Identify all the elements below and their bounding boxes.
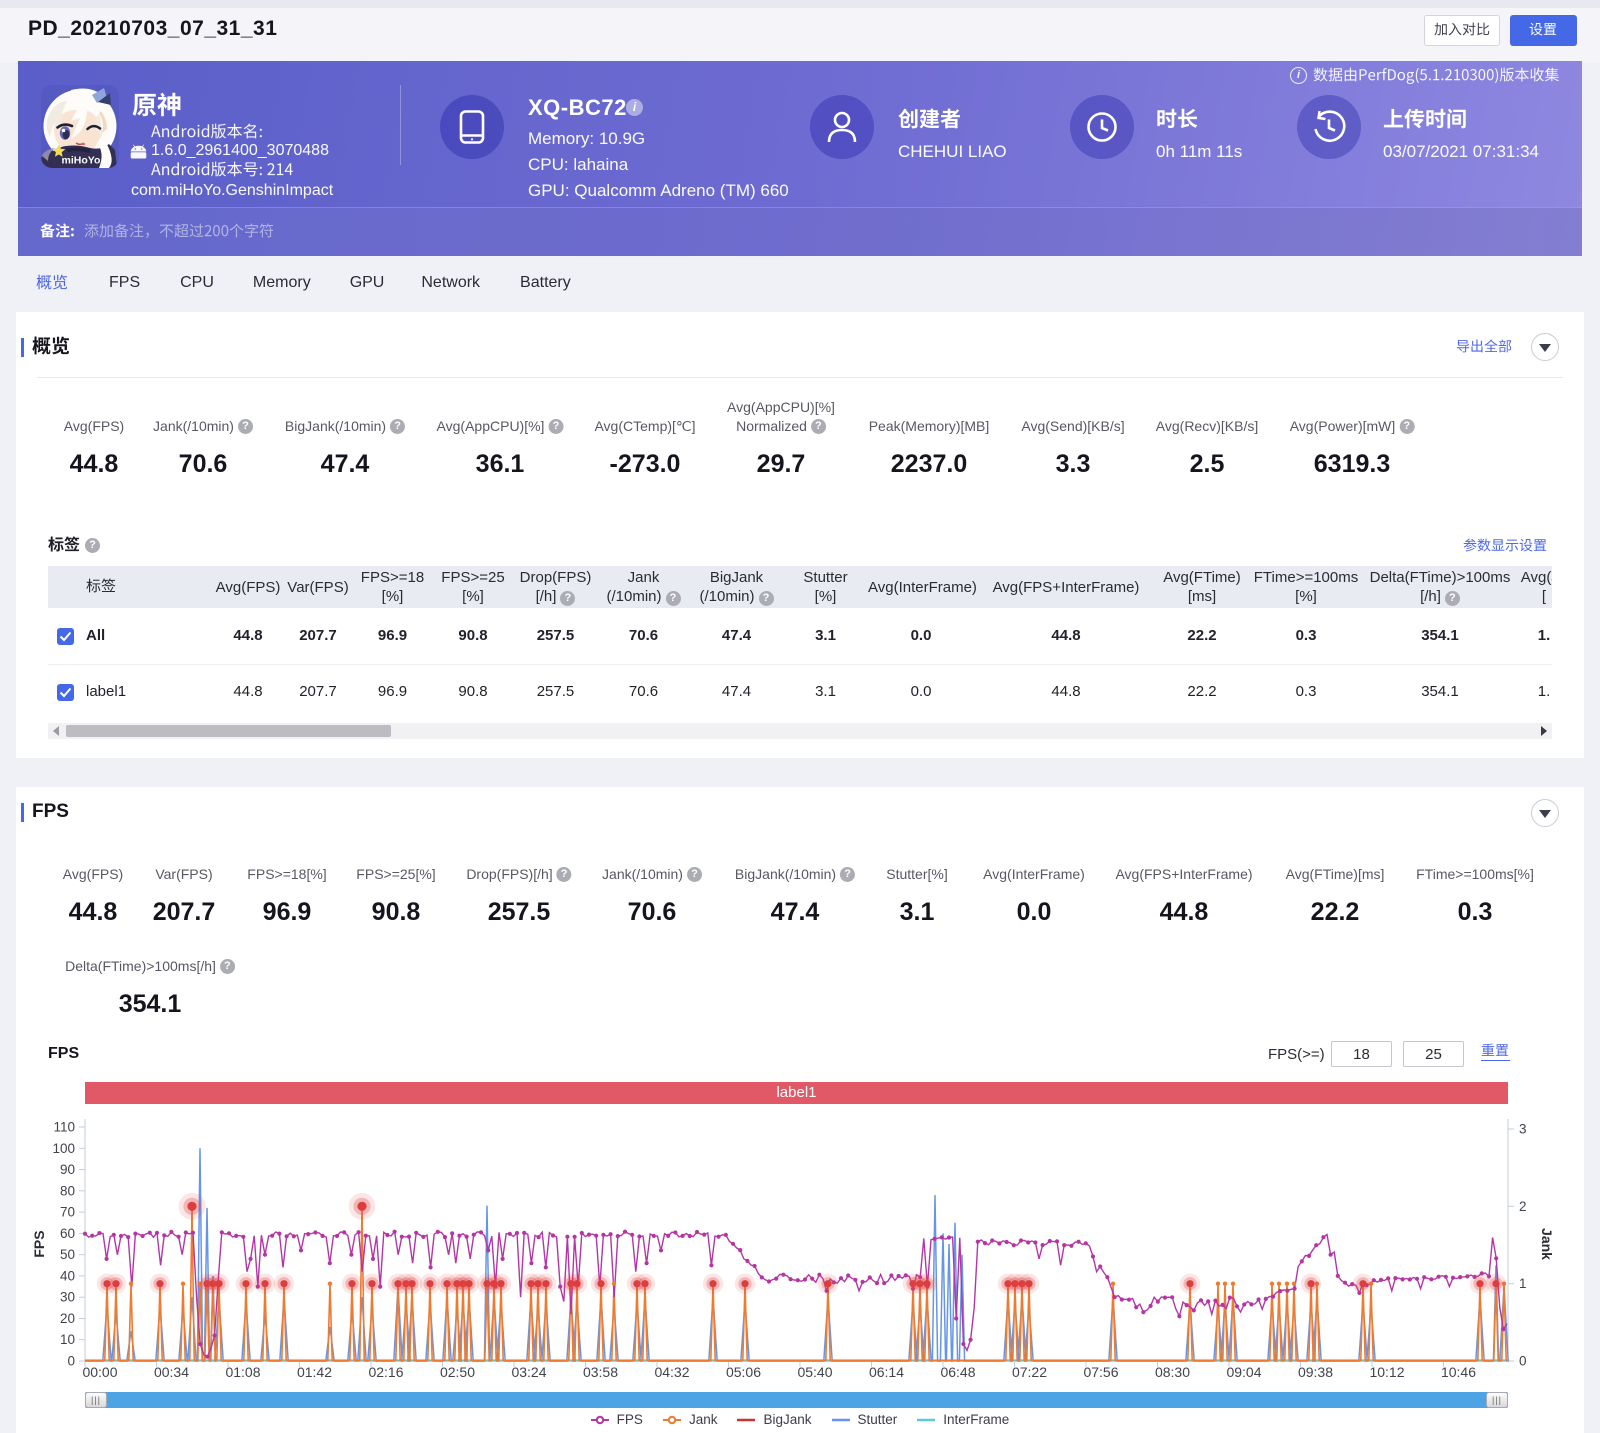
svg-text:09:04: 09:04	[1226, 1364, 1261, 1380]
svg-text:0: 0	[67, 1354, 75, 1369]
svg-text:01:42: 01:42	[297, 1364, 332, 1380]
svg-text:06:14: 06:14	[869, 1364, 904, 1380]
svg-text:01:08: 01:08	[225, 1364, 260, 1380]
svg-text:110: 110	[53, 1120, 75, 1135]
svg-text:40: 40	[60, 1268, 75, 1283]
svg-text:09:38: 09:38	[1298, 1364, 1333, 1380]
svg-text:FPS: FPS	[31, 1230, 47, 1257]
svg-text:03:58: 03:58	[583, 1364, 618, 1380]
svg-text:2: 2	[1519, 1199, 1527, 1214]
svg-text:miHoYo: miHoYo	[62, 155, 101, 167]
svg-text:08:30: 08:30	[1155, 1364, 1190, 1380]
svg-text:10:12: 10:12	[1369, 1364, 1404, 1380]
svg-text:10:46: 10:46	[1441, 1364, 1476, 1380]
svg-text:03:24: 03:24	[511, 1364, 546, 1380]
svg-text:60: 60	[60, 1226, 75, 1241]
svg-text:3: 3	[1519, 1122, 1527, 1137]
svg-text:20: 20	[60, 1311, 75, 1326]
svg-text:02:16: 02:16	[368, 1364, 403, 1380]
svg-text:30: 30	[60, 1290, 75, 1305]
svg-text:90: 90	[60, 1162, 75, 1177]
svg-text:05:06: 05:06	[726, 1364, 761, 1380]
svg-text:00:00: 00:00	[82, 1364, 117, 1380]
svg-text:07:22: 07:22	[1012, 1364, 1047, 1380]
svg-text:04:32: 04:32	[654, 1364, 689, 1380]
svg-text:80: 80	[60, 1183, 75, 1198]
svg-text:50: 50	[60, 1247, 75, 1262]
svg-text:06:48: 06:48	[940, 1364, 975, 1380]
svg-text:10: 10	[60, 1332, 75, 1347]
svg-text:1: 1	[1519, 1276, 1527, 1291]
svg-text:00:34: 00:34	[154, 1364, 189, 1380]
svg-text:02:50: 02:50	[440, 1364, 475, 1380]
svg-text:07:56: 07:56	[1083, 1364, 1118, 1380]
svg-text:Jank: Jank	[1539, 1228, 1555, 1260]
svg-text:70: 70	[60, 1205, 75, 1220]
svg-text:05:40: 05:40	[797, 1364, 832, 1380]
svg-text:100: 100	[52, 1141, 75, 1156]
svg-text:0: 0	[1519, 1354, 1527, 1369]
